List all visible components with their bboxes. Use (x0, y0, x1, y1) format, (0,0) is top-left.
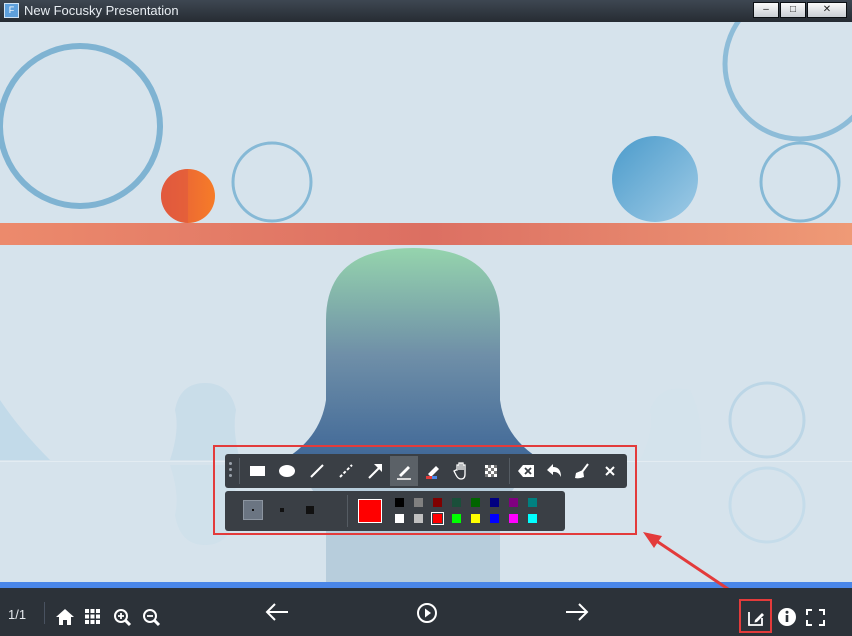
ellipse-icon (279, 465, 295, 477)
style-palette-row (225, 491, 565, 531)
page-indicator: 1/1 (8, 607, 27, 622)
eraser-tool[interactable] (512, 456, 540, 486)
presentation-window: F New Focusky Presentation – □ ✕ 1/1 (0, 0, 852, 636)
bottom-control-bar: 1/1 (0, 588, 852, 636)
divider (509, 458, 510, 484)
play-icon[interactable] (416, 602, 438, 624)
stroke-size-medium[interactable] (280, 508, 284, 512)
title-bar: F New Focusky Presentation – □ ✕ (0, 0, 852, 22)
color-swatch[interactable] (509, 498, 518, 507)
color-swatch[interactable] (528, 514, 537, 523)
pen-tool[interactable] (390, 456, 418, 486)
color-swatch[interactable] (490, 514, 499, 523)
rectangle-tool[interactable] (243, 456, 271, 486)
highlighter-icon (426, 466, 439, 479)
mosaic-tool[interactable] (477, 456, 505, 486)
close-icon (605, 466, 615, 476)
drag-handle[interactable] (229, 462, 233, 480)
dashed-line-icon (339, 464, 353, 478)
clear-tool[interactable] (568, 456, 596, 486)
line-tool[interactable] (303, 456, 331, 486)
zoom-out-icon[interactable] (142, 608, 161, 627)
hand-icon (453, 462, 466, 480)
broom-icon (575, 463, 589, 479)
color-swatch[interactable] (395, 498, 404, 507)
stroke-size-large[interactable] (306, 506, 314, 514)
fullscreen-icon[interactable] (806, 609, 825, 626)
draw-tools-row (225, 454, 627, 488)
close-toolbar-button[interactable] (596, 456, 624, 486)
mosaic-icon (485, 465, 497, 477)
pen-icon (397, 466, 411, 480)
undo-icon (547, 464, 561, 477)
divider (44, 602, 45, 624)
current-color-swatch[interactable] (358, 499, 382, 523)
info-icon[interactable] (777, 607, 797, 627)
ellipse-tool[interactable] (273, 456, 301, 486)
dashed-line-tool[interactable] (332, 456, 360, 486)
color-swatch[interactable] (490, 498, 499, 507)
color-swatch[interactable] (395, 514, 404, 523)
divider (239, 458, 240, 484)
draw-toolbar (213, 445, 637, 535)
color-swatch[interactable] (452, 514, 461, 523)
highlighter-tool[interactable] (419, 456, 447, 486)
color-swatch[interactable] (509, 514, 518, 523)
maximize-button[interactable]: □ (780, 2, 806, 18)
close-window-button[interactable]: ✕ (807, 2, 847, 18)
color-swatch[interactable] (414, 498, 423, 507)
stroke-size-small[interactable] (243, 500, 263, 520)
color-swatch[interactable] (471, 514, 480, 523)
minimize-button[interactable]: – (753, 2, 779, 18)
color-swatch[interactable] (452, 498, 461, 507)
line-icon (310, 464, 324, 478)
window-title: New Focusky Presentation (24, 3, 179, 18)
color-swatch[interactable] (471, 498, 480, 507)
zoom-in-icon[interactable] (113, 608, 132, 627)
arrow-tool[interactable] (361, 456, 389, 486)
previous-arrow-icon[interactable] (264, 602, 290, 622)
edit-button-highlight (739, 599, 772, 633)
blue-ball (612, 136, 698, 222)
color-swatch[interactable] (431, 512, 444, 525)
eraser-icon (518, 465, 534, 477)
home-icon[interactable] (55, 608, 75, 626)
color-swatch[interactable] (414, 514, 423, 523)
rectangle-icon (250, 466, 265, 476)
divider (347, 495, 348, 527)
arrow-icon (368, 464, 382, 479)
next-arrow-icon[interactable] (564, 602, 590, 622)
undo-tool[interactable] (540, 456, 568, 486)
color-swatch[interactable] (528, 498, 537, 507)
grid-icon[interactable] (84, 608, 101, 625)
app-icon: F (4, 3, 19, 18)
orange-bar (0, 223, 852, 245)
hand-tool[interactable] (448, 456, 476, 486)
color-swatch[interactable] (433, 498, 442, 507)
